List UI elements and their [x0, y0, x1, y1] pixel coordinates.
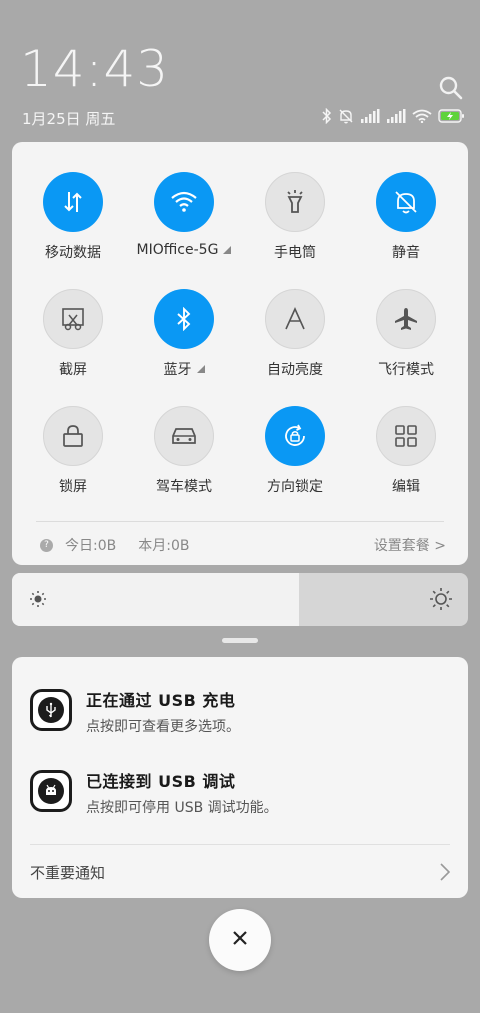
more-arrow-icon — [223, 246, 232, 254]
bluetooth-icon — [154, 289, 214, 349]
quick-settings-panel: 移动数据 MIOffice-5G 手电筒 静音 截屏 蓝牙 自动亮度 飞行模式 … — [12, 142, 468, 565]
status-icons — [322, 108, 466, 124]
tile-label: 方向锁定 — [267, 479, 323, 495]
auto-brightness-icon — [265, 289, 325, 349]
notification-title: 已连接到 USB 调试 — [86, 772, 236, 791]
bluetooth-status-icon — [322, 108, 332, 124]
tile-lock-screen[interactable]: 锁屏 — [18, 406, 128, 496]
flashlight-icon — [265, 172, 325, 232]
divider — [36, 521, 444, 522]
tile-label: 截屏 — [59, 362, 87, 378]
screenshot-icon — [43, 289, 103, 349]
more-arrow-icon — [196, 365, 205, 373]
brightness-fill — [12, 573, 300, 626]
tile-edit[interactable]: 编辑 — [351, 406, 461, 496]
tile-label: 驾车模式 — [156, 479, 212, 495]
data-usage-row: ? 今日:0B 本月:0B — [40, 535, 189, 555]
unimportant-notifications-link[interactable]: 不重要通知 — [30, 862, 105, 883]
tile-label: 自动亮度 — [267, 362, 323, 378]
tile-label: 编辑 — [392, 479, 420, 495]
notification-subtitle: 点按即可停用 USB 调试功能。 — [86, 800, 278, 816]
set-plan-link[interactable]: 设置套餐 > — [374, 535, 446, 555]
data-today: 今日:0B — [65, 538, 117, 554]
tile-label: 静音 — [392, 245, 420, 261]
brightness-low-icon — [29, 590, 47, 612]
notification-card: 正在通过 USB 充电 点按即可查看更多选项。 已连接到 USB 调试 点按即可… — [12, 657, 468, 898]
tile-wifi[interactable]: MIOffice-5G — [129, 172, 239, 258]
search-icon[interactable] — [438, 75, 464, 101]
lock-icon — [43, 406, 103, 466]
mute-bell-icon — [376, 172, 436, 232]
usb-icon — [30, 689, 72, 731]
battery-charging-icon — [438, 109, 466, 123]
tile-airplane[interactable]: 飞行模式 — [351, 289, 461, 379]
tile-mobile-data[interactable]: 移动数据 — [18, 172, 128, 262]
close-icon — [231, 929, 249, 951]
tile-mute[interactable]: 静音 — [351, 172, 461, 262]
tile-bluetooth[interactable]: 蓝牙 — [129, 289, 239, 379]
tile-label: 飞行模式 — [378, 362, 434, 378]
notification-usb-charging[interactable]: 正在通过 USB 充电 点按即可查看更多选项。 — [30, 689, 240, 736]
wifi-status-icon — [412, 109, 432, 123]
brightness-slider[interactable] — [12, 573, 468, 626]
rotation-lock-icon — [265, 406, 325, 466]
clear-all-button[interactable] — [209, 909, 271, 971]
notification-usb-debug[interactable]: 已连接到 USB 调试 点按即可停用 USB 调试功能。 — [30, 770, 278, 817]
tile-label: 移动数据 — [45, 245, 101, 261]
wifi-icon — [154, 172, 214, 232]
grid-edit-icon — [376, 406, 436, 466]
mobile-data-icon — [43, 172, 103, 232]
divider — [30, 844, 450, 845]
android-debug-icon — [30, 770, 72, 812]
tile-auto-brightness[interactable]: 自动亮度 — [240, 289, 350, 379]
tile-label: 手电筒 — [274, 245, 316, 261]
help-icon[interactable]: ? — [40, 538, 53, 552]
tile-screenshot[interactable]: 截屏 — [18, 289, 128, 379]
drag-handle[interactable] — [222, 638, 258, 643]
tile-driving-mode[interactable]: 驾车模式 — [129, 406, 239, 496]
data-month: 本月:0B — [138, 538, 190, 554]
tile-flashlight[interactable]: 手电筒 — [240, 172, 350, 262]
airplane-icon — [376, 289, 436, 349]
clock-time: 14:43 — [20, 40, 170, 98]
brightness-high-icon — [429, 587, 453, 615]
notification-subtitle: 点按即可查看更多选项。 — [86, 719, 240, 735]
notification-title: 正在通过 USB 充电 — [86, 691, 236, 710]
signal-icon — [360, 109, 380, 123]
tile-label: MIOffice-5G — [136, 242, 219, 258]
date-label: 1月25日 周五 — [22, 110, 116, 128]
chevron-right-icon[interactable] — [440, 863, 451, 885]
tile-label: 锁屏 — [59, 479, 87, 495]
signal-icon — [386, 109, 406, 123]
tile-rotation-lock[interactable]: 方向锁定 — [240, 406, 350, 496]
mute-status-icon — [338, 108, 354, 124]
car-icon — [154, 406, 214, 466]
tile-label: 蓝牙 — [163, 362, 192, 378]
